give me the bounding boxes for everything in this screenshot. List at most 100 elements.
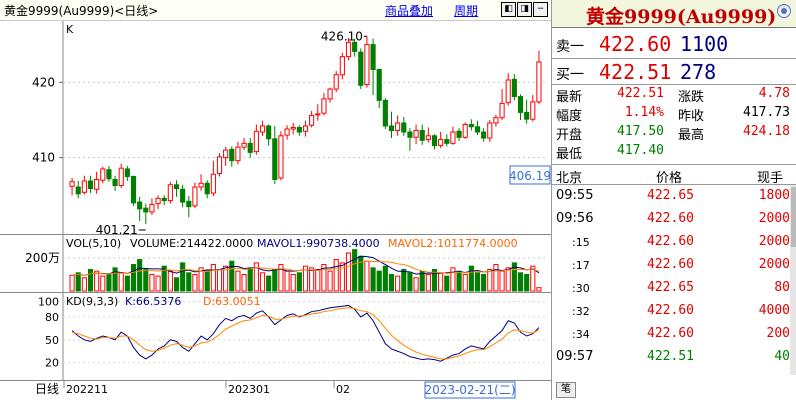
candle-body: [180, 188, 186, 203]
candle-body: [321, 98, 327, 114]
sell-one-row: 卖一 422.60 1100: [552, 30, 796, 58]
x-tick-label: 02: [336, 383, 350, 396]
candle-body: [302, 125, 309, 132]
buy-one-price: 422.51: [599, 60, 672, 84]
tick-row: 09:57 422.51 40: [552, 347, 796, 367]
high-label: 最高: [678, 128, 705, 143]
volume-bar: [259, 272, 266, 292]
range-label: 幅度: [556, 109, 583, 124]
tick-volume: 2000: [758, 234, 790, 249]
candle-body: [431, 135, 438, 147]
tick-row: 09:56 422.60 2000: [552, 209, 796, 229]
target-icon[interactable]: [777, 4, 791, 18]
volume-bar: [481, 273, 487, 292]
overlay-link[interactable]: 商品叠加: [385, 2, 433, 19]
candle-body: [186, 200, 192, 208]
candle-body: [425, 135, 431, 141]
volume-bar: [155, 275, 161, 292]
candle-body: [468, 123, 474, 128]
tick-price: 422.60: [647, 326, 694, 341]
candle-body: [382, 99, 388, 127]
volume-bar: [94, 270, 100, 292]
chart-title: 黄金9999(Au9999)<日线>: [4, 4, 159, 18]
tick-row: :17 422.60 2000: [552, 255, 796, 275]
candle-body: [253, 130, 259, 153]
candle-body: [345, 41, 352, 58]
volume-bar: [180, 262, 186, 292]
price-tick-label: 420: [32, 75, 55, 89]
candle-body: [167, 184, 173, 202]
period-link[interactable]: 周期: [454, 2, 478, 19]
tick-price: 422.65: [647, 188, 694, 203]
volume-bar: [474, 272, 481, 292]
candle-body: [149, 203, 155, 213]
tick-volume: 200: [766, 326, 790, 341]
candle-body: [474, 126, 481, 133]
volume-bar: [216, 269, 223, 292]
volume-bar: [192, 273, 198, 292]
volume-bar: [173, 277, 180, 292]
quote-row-open: 开盘 417.50 最高 424.18: [552, 124, 796, 143]
volume-bar: [444, 275, 450, 292]
candle-body: [198, 182, 204, 188]
candle-body: [210, 173, 216, 194]
buy-one-label: 买一: [556, 67, 584, 83]
candle-body: [407, 131, 413, 138]
volume-bar: [204, 270, 210, 292]
candle-body: [155, 197, 161, 205]
candle-body: [481, 131, 487, 139]
volume-bar: [419, 270, 425, 292]
ticks-header: 北京 价格 现手: [552, 166, 796, 186]
ticks-scrollbar[interactable]: [790, 185, 796, 375]
candle-body: [235, 146, 241, 162]
tick-price: 422.60: [647, 257, 694, 272]
candle-body: [376, 68, 382, 101]
kd-info: KD(9,3,3): [66, 295, 118, 308]
candle-body: [278, 135, 284, 179]
low-label: 最低: [556, 147, 583, 162]
kline-chart-area[interactable]: 420 410 426.10 401.21 K 406.19 VOL(5,10) VOLUME…: [0, 0, 551, 400]
candle-body: [223, 149, 229, 159]
scroll-right-button[interactable]: ◨: [517, 2, 532, 17]
candle-body: [112, 178, 118, 187]
volume-bar: [382, 265, 388, 292]
volume-bar: [499, 270, 505, 292]
volume-bar: [395, 275, 401, 292]
volume-bar: [247, 267, 253, 292]
volume-bar: [100, 275, 106, 292]
candle-body: [456, 130, 462, 138]
kd-tick-label: 50: [45, 334, 59, 347]
tick-volume: 4000: [758, 303, 790, 318]
tick-tab[interactable]: 笔: [556, 382, 576, 398]
sell-one-price: 422.60: [599, 32, 672, 56]
candle-body: [81, 180, 87, 193]
candle-body: [339, 56, 345, 76]
kd-info: K:66.5376: [125, 295, 181, 308]
volume-bar: [75, 272, 81, 292]
kline-chart[interactable]: 420 410 426.10 401.21 K 406.19 VOL(5,10) VOLUME…: [0, 0, 551, 400]
candle-body: [395, 122, 401, 132]
volume-info: MAVOL1:990738.4000: [257, 237, 380, 250]
candle-body: [388, 125, 395, 132]
tick-time: 09:57: [556, 349, 594, 364]
tick-time: 09:55: [556, 188, 594, 203]
volume-bar: [345, 252, 352, 292]
volume-bar: [524, 273, 530, 292]
divider: [552, 84, 796, 85]
tick-time: :30: [572, 282, 590, 295]
scroll-left-button[interactable]: ◧: [501, 2, 516, 17]
volume-bar: [124, 275, 130, 292]
x-tick-label: 202301: [228, 383, 270, 396]
buy-one-row: 买一 422.51 278: [552, 58, 796, 86]
sell-one-label: 卖一: [556, 39, 584, 55]
volume-info: MAVOL2:1011774.0000: [388, 237, 518, 250]
candle-body: [505, 79, 511, 104]
volume-bar: [315, 269, 321, 292]
candle-body: [259, 125, 266, 133]
volume-bar: [118, 272, 124, 292]
zoom-out-button[interactable]: −: [533, 2, 548, 17]
latest-value: 422.51: [617, 86, 664, 101]
change-value: 4.78: [758, 86, 790, 101]
candle-body: [69, 181, 75, 187]
candle-body: [419, 130, 425, 141]
